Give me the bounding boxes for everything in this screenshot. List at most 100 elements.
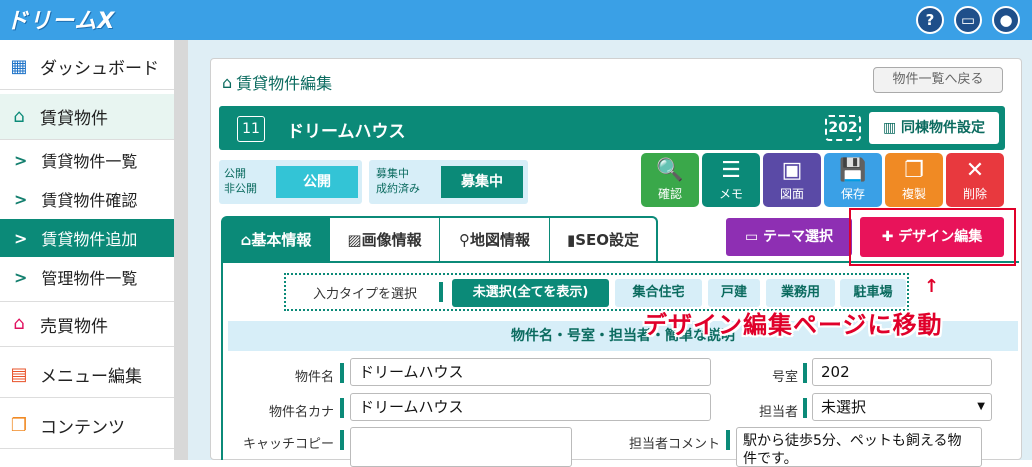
staff-comment-textarea[interactable]: 駅から徒歩5分、ペットも飼える物件です。 [736,427,982,467]
floorplan-label: 図面 [779,187,804,201]
save-button[interactable]: 💾 保存 [824,153,882,207]
input-type-label: 入力タイプを選択 [313,287,418,302]
recruit-toggle[interactable]: 募集中 [441,166,523,198]
type-option-commercial[interactable]: 業務用 [766,279,835,307]
puzzle-icon: ✚ [881,229,894,245]
room-input[interactable]: 202 [812,358,992,386]
tab-label: 画像情報 [361,231,422,249]
annotation-arrow: ↑ [924,276,940,297]
publish-toggle[interactable]: 公開 [276,166,358,198]
house-icon: ⌂ [222,72,233,92]
delete-label: 削除 [962,187,987,201]
search-doc-icon: 🔍 [656,158,684,183]
label-marker [340,363,344,383]
theme-select-label: テーマ選択 [763,229,834,245]
sidebar-item-label: 売買物件 [40,316,108,337]
sidebar-subitem-rental-add[interactable]: > 賃貸物件追加 [0,219,174,257]
staff-select[interactable]: 未選択 ▼ [812,393,992,421]
top-bar [0,0,1032,40]
house-icon: ⌂ [13,105,25,127]
label-marker [726,430,730,450]
sidebar-subitem-label: 管理物件一覧 [41,269,138,288]
label-marker [803,363,807,383]
close-icon: ✕ [965,158,985,183]
chevron-right-icon: > [14,267,28,287]
sidebar-subitem-label: 賃貸物件一覧 [41,152,138,171]
publish-label-private: 非公開 [224,182,257,195]
sidebar-item-label: メニュー編集 [40,367,142,387]
room-number-badge: 202 [825,115,861,141]
window-icon: ▭ [744,229,759,245]
bar-chart-icon: ▮ [566,231,576,249]
chevron-right-icon: > [14,150,28,170]
label-marker [803,398,807,418]
staff-comment-label: 担当者コメント [628,437,720,452]
house-icon: ⌂ [13,313,25,334]
room-label: 号室 [771,370,798,385]
menu-icon: ▤ [10,363,28,385]
memo-button[interactable]: ☰ メモ [702,153,760,207]
catchcopy-label: キャッチコピー [242,437,334,452]
user-icon[interactable]: ● [992,6,1020,34]
floorplan-button[interactable]: ▣ 図面 [763,153,821,207]
app-logo[interactable]: ドリームX [6,3,115,35]
page-title-text: 賃貸物件編集 [236,74,333,93]
sidebar-item-sale[interactable]: ⌂ 売買物件 [0,301,174,347]
back-to-list-button[interactable]: 物件一覧へ戻る [873,67,1003,93]
type-option-all[interactable]: 未選択(全てを表示) [452,279,609,307]
sidebar-subitem-managed-list[interactable]: > 管理物件一覧 [0,258,174,296]
sidebar-item-rental[interactable]: ⌂ 賃貸物件 [0,94,174,140]
card-icon[interactable]: ▭ [954,6,982,34]
tab-image-info[interactable]: ▨画像情報 [330,218,440,262]
sidebar-item-dashboard[interactable]: ▦ ダッシュボード [0,44,174,90]
property-name-input[interactable]: ドリームハウス [350,358,711,386]
building-icon: ▥ [882,120,897,136]
tab-map-info[interactable]: ⚲地図情報 [440,218,550,262]
copy-button[interactable]: ❐ 複製 [885,153,943,207]
property-kana-label: 物件名カナ [268,405,334,420]
recruit-label-open: 募集中 [376,167,409,180]
dashboard-icon: ▦ [10,55,28,77]
chevron-right-icon: > [14,228,28,248]
confirm-label: 確認 [657,187,682,201]
map-pin-icon: ⚲ [458,231,470,249]
type-option-apartment[interactable]: 集合住宅 [615,279,702,307]
sidebar-subitem-rental-list[interactable]: > 賃貸物件一覧 [0,141,174,179]
tab-basic-info[interactable]: ⌂基本情報 [223,218,330,262]
catchcopy-textarea[interactable] [350,427,572,467]
sidebar-subitem-label: 賃貸物件確認 [41,191,138,210]
label-marker [439,282,443,302]
annotation-callout: デザイン編集ページに移動 [643,311,943,339]
sidebar-subitem-rental-confirm[interactable]: > 賃貸物件確認 [0,180,174,218]
sidebar-item-menu-edit[interactable]: ▤ メニュー編集 [0,352,174,398]
property-kana-input[interactable]: ドリームハウス [350,393,711,421]
delete-button[interactable]: ✕ 削除 [946,153,1004,207]
tab-label: 地図情報 [469,231,530,249]
sidebar-item-label: 賃貸物件 [40,109,108,129]
house-icon: ⌂ [240,231,252,249]
page-title: ⌂ 賃貸物件編集 [222,70,332,94]
staff-label: 担当者 [758,405,798,420]
help-icon[interactable]: ? [916,6,944,34]
sidebar-item-label: コンテンツ [40,418,125,438]
sidebar-item-label: ダッシュボード [40,59,159,79]
image-icon: ▨ [347,231,362,249]
design-edit-button[interactable]: ✚ デザイン編集 [860,217,1004,257]
sidebar-subitem-label: 賃貸物件追加 [41,230,138,249]
tab-seo[interactable]: ▮SEO設定 [550,218,656,262]
same-building-label: 同棟物件設定 [901,120,986,136]
floorplan-icon: ▣ [781,158,803,183]
caret-down-icon: ▼ [977,401,985,412]
property-name-label: 物件名 [294,370,334,385]
sidebar-item-contents[interactable]: ❐ コンテンツ [0,403,174,449]
save-label: 保存 [840,187,865,201]
copy-label: 複製 [901,187,926,201]
confirm-button[interactable]: 🔍 確認 [641,153,699,207]
sidebar-scrollbar[interactable] [174,40,188,460]
type-option-house[interactable]: 戸建 [708,279,760,307]
memo-icon: ☰ [721,158,741,183]
type-option-parking[interactable]: 駐車場 [840,279,906,307]
publish-label-public: 公開 [224,167,246,180]
same-building-button[interactable]: ▥ 同棟物件設定 [869,112,999,144]
theme-select-button[interactable]: ▭ テーマ選択 [726,218,852,256]
